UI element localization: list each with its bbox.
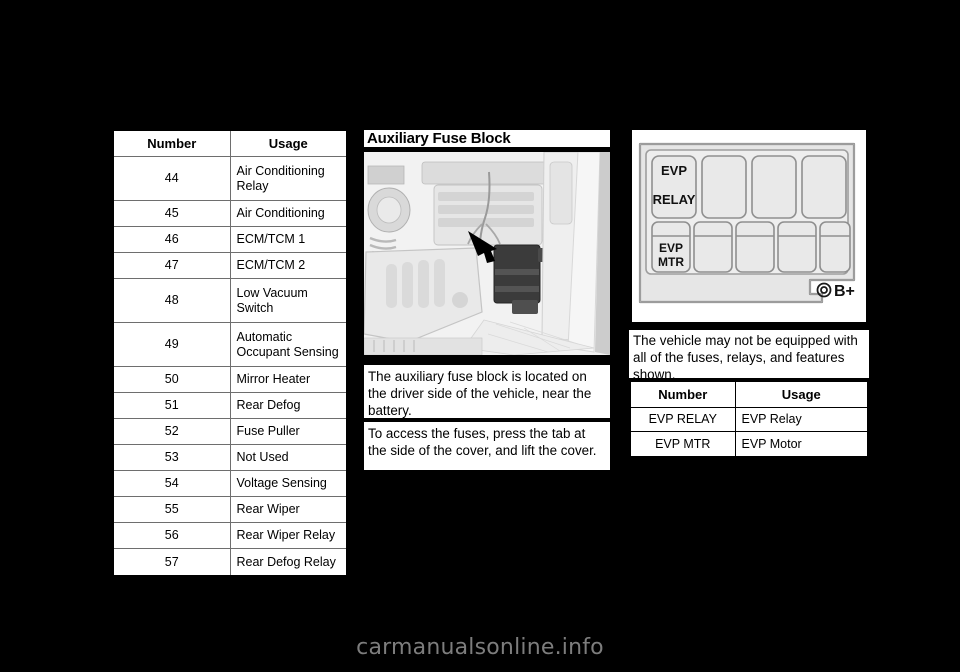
fuse-usage: Voltage Sensing (230, 470, 346, 498)
table-row: 45 Air Conditioning (114, 200, 346, 228)
fuse-number: 45 (114, 200, 231, 228)
fuse-usage: Rear Wiper Relay (230, 522, 346, 550)
watermark: carmanualsonline.info (356, 635, 604, 660)
table-header-row: Number Usage (631, 382, 867, 409)
fuse-usage: Low Vacuum Switch (230, 278, 346, 324)
fuse-usage: Rear Defog Relay (230, 548, 346, 575)
fuse-number: 54 (114, 470, 231, 498)
fuse-usage: ECM/TCM 2 (230, 252, 346, 280)
fuse-table-left-body: 44 Air Conditioning Relay 45 Air Conditi… (114, 156, 346, 575)
auxiliary-fuse-block-access-text: To access the fuses, press the tab at th… (364, 422, 610, 470)
fuse-number: 53 (114, 444, 231, 472)
fuse-number: 44 (114, 156, 231, 202)
fuse-table-right: Number Usage EVP RELAY EVP Relay EVP MTR… (629, 380, 869, 459)
svg-text:EVP: EVP (659, 241, 683, 255)
fuse-usage: Air Conditioning (230, 200, 346, 228)
table-row: 47 ECM/TCM 2 (114, 252, 346, 280)
fuse-usage: Air Conditioning Relay (230, 156, 346, 202)
fuse-table-left: Number Usage 44 Air Conditioning Relay 4… (112, 128, 348, 578)
table-row: 55 Rear Wiper (114, 496, 346, 524)
fuse-table-right-grid: Number Usage EVP RELAY EVP Relay EVP MTR… (631, 382, 867, 456)
table-row: 54 Voltage Sensing (114, 470, 346, 498)
table-row: EVP MTR EVP Motor (631, 431, 867, 456)
table-row: 49 Automatic Occupant Sensing (114, 322, 346, 368)
fuse-usage: Rear Wiper (230, 496, 346, 524)
fuse-usage: EVP Motor (735, 431, 867, 456)
fuse-table-left-grid: Number Usage 44 Air Conditioning Relay 4… (114, 131, 346, 575)
auxiliary-fuse-block-photo (364, 152, 610, 355)
evp-fuse-block-layout-illustration: EVP RELAY EVP MTR B+ (632, 130, 866, 322)
table-row: 48 Low Vacuum Switch (114, 278, 346, 324)
fuse-number: 55 (114, 496, 231, 524)
fuse-number: 47 (114, 252, 231, 280)
evp-equipment-note: The vehicle may not be equipped with all… (629, 328, 869, 382)
column-header-number: Number (114, 131, 231, 158)
svg-text:B+: B+ (834, 283, 855, 300)
fuse-number: 52 (114, 418, 231, 446)
table-row: 46 ECM/TCM 1 (114, 226, 346, 254)
fuse-number: EVP RELAY (631, 407, 736, 433)
table-row: 56 Rear Wiper Relay (114, 522, 346, 550)
fuse-table-right-body: EVP RELAY EVP Relay EVP MTR EVP Motor (631, 407, 867, 456)
table-row: 53 Not Used (114, 444, 346, 472)
svg-text:RELAY: RELAY (653, 192, 696, 207)
column-header-usage: Usage (230, 131, 346, 158)
column-header-number: Number (631, 382, 736, 409)
fuse-number: 49 (114, 322, 231, 368)
fuse-number: 46 (114, 226, 231, 254)
table-header-row: Number Usage (114, 131, 346, 158)
fuse-number: 57 (114, 548, 231, 575)
fuse-number: 51 (114, 392, 231, 420)
engine-bay-illustration (364, 152, 610, 355)
fuse-usage: Fuse Puller (230, 418, 346, 446)
paragraph-equipment-note: The vehicle may not be equipped with all… (633, 333, 858, 383)
paragraph-location: The auxiliary fuse block is located on t… (368, 369, 592, 419)
table-row: 51 Rear Defog (114, 392, 346, 420)
paragraph-access: To access the fuses, press the tab at th… (368, 426, 597, 459)
fuse-usage: Rear Defog (230, 392, 346, 420)
fuse-number: 48 (114, 278, 231, 324)
svg-text:MTR: MTR (658, 255, 684, 269)
fuse-usage: Not Used (230, 444, 346, 472)
column-header-usage: Usage (735, 382, 867, 409)
fuse-number: EVP MTR (631, 431, 736, 456)
fuse-usage: ECM/TCM 1 (230, 226, 346, 254)
evp-fuse-block-diagram: EVP RELAY EVP MTR B+ (629, 127, 869, 325)
table-row: 44 Air Conditioning Relay (114, 156, 346, 202)
auxiliary-fuse-block-location-text: The auxiliary fuse block is located on t… (364, 365, 610, 418)
svg-text:EVP: EVP (661, 163, 687, 178)
fuse-number: 56 (114, 522, 231, 550)
table-row: EVP RELAY EVP Relay (631, 407, 867, 433)
section-title: Auxiliary Fuse Block (367, 130, 511, 147)
fuse-number: 50 (114, 366, 231, 394)
table-row: 57 Rear Defog Relay (114, 548, 346, 575)
table-row: 50 Mirror Heater (114, 366, 346, 394)
fuse-usage: EVP Relay (735, 407, 867, 433)
fuse-usage: Automatic Occupant Sensing (230, 322, 346, 368)
table-row: 52 Fuse Puller (114, 418, 346, 446)
auxiliary-fuse-block-heading: Auxiliary Fuse Block (364, 127, 610, 149)
fuse-usage: Mirror Heater (230, 366, 346, 394)
